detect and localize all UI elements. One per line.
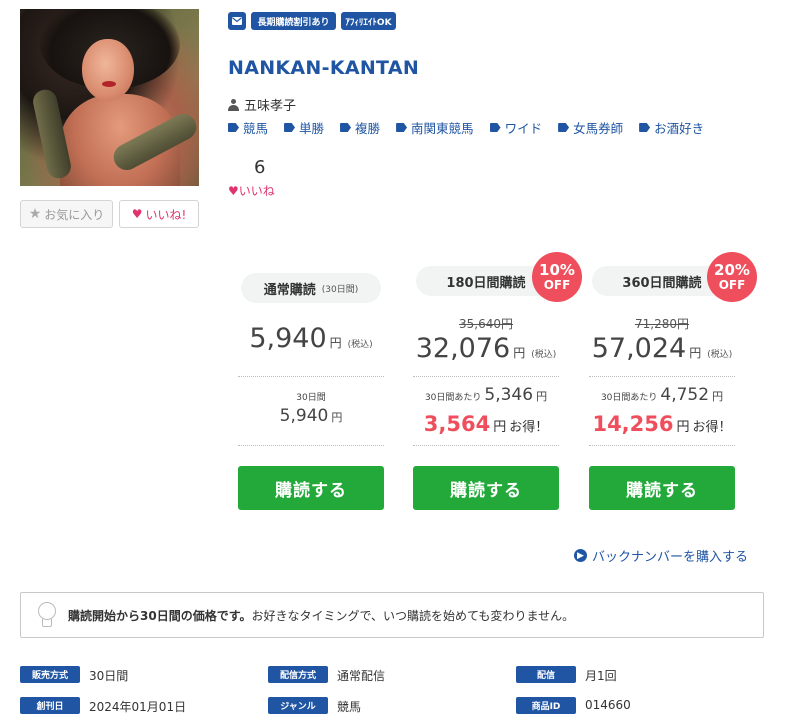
plan-price-360: 57,024 円 (税込) xyxy=(591,333,733,364)
genre-tag[interactable]: お酒好き xyxy=(639,118,704,137)
meta-value-product-id: 014660 xyxy=(585,698,631,712)
meta-label-sales-type: 販売方式 xyxy=(20,666,80,683)
subscribe-button-180[interactable]: 購読する xyxy=(413,466,559,510)
plan-header-30: 通常購読 (30日間) xyxy=(241,273,381,303)
meta-value-genre: 競馬 xyxy=(337,700,362,714)
favorite-button[interactable]: ★ お気に入り xyxy=(20,200,113,228)
heart-icon: ♥ xyxy=(228,184,239,198)
tag-icon xyxy=(396,123,408,132)
magazine-cover-image xyxy=(20,9,199,186)
meta-value-frequency: 月1回 xyxy=(585,669,617,683)
subscribe-button-30[interactable]: 購読する xyxy=(238,466,384,510)
meta-label-delivery-type: 配信方式 xyxy=(268,666,328,683)
person-icon xyxy=(228,98,239,111)
meta-value-launch-date: 2024年01月01日 xyxy=(89,700,187,714)
tag-icon xyxy=(340,123,352,132)
tag-icon xyxy=(489,123,501,132)
author-name: 五味孝子 xyxy=(244,99,297,114)
author[interactable]: 五味孝子 xyxy=(228,95,296,114)
like-button[interactable]: ♥ いいね! xyxy=(119,200,199,228)
discount-badge-10: 10% OFF xyxy=(532,252,582,302)
tag-icon xyxy=(558,123,570,132)
plan-price-180: 32,076 円 (税込) xyxy=(415,333,557,364)
plan-savings-360: 14,256 円お得！ xyxy=(592,412,732,436)
notice-text: お好きなタイミングで、いつ購読を始めても変わりません。 xyxy=(251,608,575,623)
meta-label-launch-date: 創刊日 xyxy=(20,697,80,714)
like-count: 6 xyxy=(254,157,266,178)
mail-tag xyxy=(228,12,246,30)
plan-savings-180: 3,564 円お得！ xyxy=(423,412,549,436)
plan-old-price-180: 35,640円 xyxy=(459,317,513,331)
like-label: ♥いいね xyxy=(228,184,275,198)
genre-tag[interactable]: ワイド xyxy=(489,118,542,137)
genre-tag[interactable]: 女馬券師 xyxy=(558,118,623,137)
arrow-right-icon: ▶ xyxy=(574,549,587,562)
plan-per-price-30: 5,940 円 xyxy=(279,406,343,426)
price-notice: 購読開始から30日間の価格です。 お好きなタイミングで、いつ購読を始めても変わり… xyxy=(20,592,764,638)
envelope-icon xyxy=(232,17,242,25)
lightbulb-icon xyxy=(36,602,56,628)
long-term-discount-tag: 長期購読割引あり xyxy=(251,12,336,30)
tag-icon xyxy=(284,123,296,132)
like-button-label: いいね! xyxy=(145,207,187,222)
meta-label-product-id: 商品ID xyxy=(516,697,576,714)
favorite-label: お気に入り xyxy=(44,207,105,222)
notice-bold: 購読開始から30日間の価格です。 xyxy=(68,608,252,623)
genre-tag[interactable]: 南関東競馬 xyxy=(396,118,474,137)
meta-value-delivery-type: 通常配信 xyxy=(337,669,386,683)
page-title: NANKAN-KANTAN xyxy=(228,57,420,79)
backnumber-link[interactable]: ▶ バックナンバーを購入する xyxy=(574,546,748,565)
plan-per-label-30: 30日間 xyxy=(296,393,326,403)
meta-label-genre: ジャンル xyxy=(268,697,328,714)
genre-tag[interactable]: 複勝 xyxy=(340,118,380,137)
genre-tag[interactable]: 単勝 xyxy=(284,118,324,137)
affiliate-tag: ｱﾌｨﾘｴｲﾄOK xyxy=(341,12,396,30)
plan-price-30: 5,940 円 (税込) xyxy=(249,323,373,354)
plan-old-price-360: 71,280円 xyxy=(635,317,689,331)
subscribe-button-360[interactable]: 購読する xyxy=(589,466,735,510)
tag-icon xyxy=(639,123,651,132)
meta-value-sales-type: 30日間 xyxy=(89,669,129,683)
plan-per-price-360: 30日間あたり 4,752 円 xyxy=(600,385,724,405)
heart-icon: ♥ xyxy=(131,207,143,221)
backnumber-label: バックナンバーを購入する xyxy=(592,550,749,565)
discount-badge-20: 20% OFF xyxy=(707,252,757,302)
star-icon: ★ xyxy=(28,206,42,222)
genre-tag-list: 競馬 単勝 複勝 南関東競馬 ワイド 女馬券師 お酒好き xyxy=(228,118,720,137)
genre-tag[interactable]: 競馬 xyxy=(228,118,268,137)
tag-icon xyxy=(228,123,239,132)
plan-per-price-180: 30日間あたり 5,346 円 xyxy=(424,385,548,405)
meta-label-frequency: 配信 xyxy=(516,666,576,683)
